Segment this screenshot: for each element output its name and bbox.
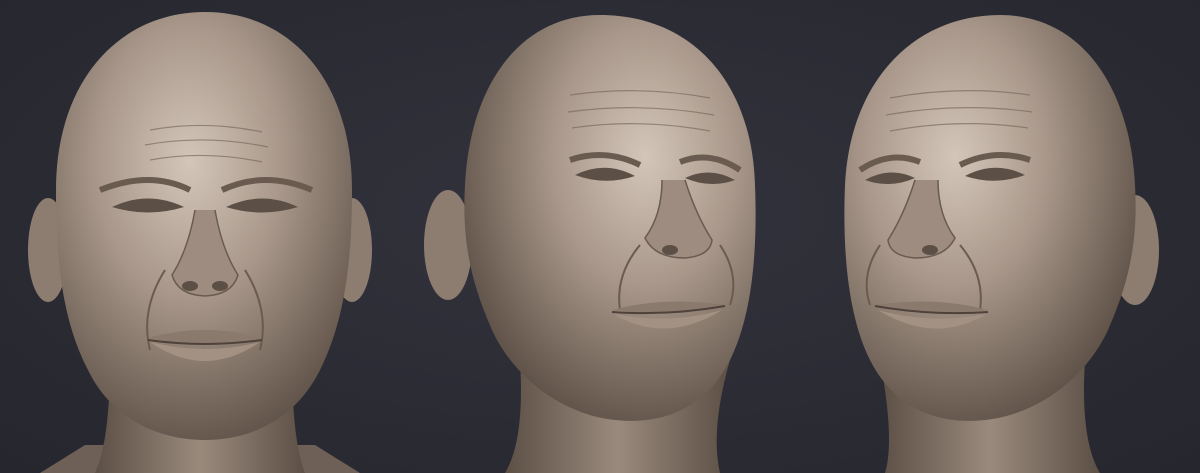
left-nostril-shape — [182, 281, 198, 291]
nostril-shape — [922, 245, 938, 255]
head-three-quarter-right-view — [400, 0, 800, 473]
head-front-sculpt — [28, 12, 372, 473]
nostril-shape — [662, 245, 678, 255]
head-shape — [464, 15, 756, 421]
head-three-quarter-left-view — [800, 0, 1200, 473]
head-three-quarter-left-sculpt — [844, 15, 1159, 473]
head-front-view — [0, 0, 400, 473]
right-nostril-shape — [212, 281, 228, 291]
render-canvas — [0, 0, 1200, 473]
head-three-quarter-right-sculpt — [424, 15, 756, 473]
head-shape — [844, 15, 1136, 421]
